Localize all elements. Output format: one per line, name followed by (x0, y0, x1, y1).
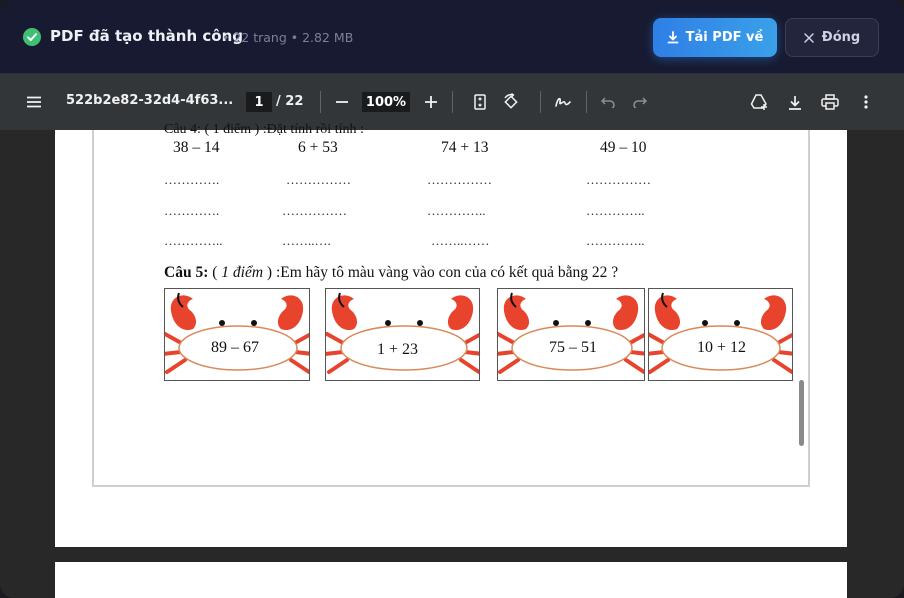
crab-expression: 75 – 51 (549, 339, 597, 356)
download-icon (667, 31, 679, 44)
crab-illustration (165, 292, 309, 374)
file-name: 522b2e82-32d4-4f63... (66, 93, 234, 108)
rotate-icon[interactable] (501, 92, 521, 112)
answer-dots: ………….. (427, 203, 486, 218)
crab-illustration (649, 292, 792, 374)
answer-dots: …………… (586, 172, 651, 187)
question-5-prompt: :Em hãy tô màu vàng vào con của có kết q… (275, 264, 619, 281)
zoom-in-icon[interactable] (421, 92, 441, 112)
answer-dots: ………….. (164, 233, 223, 248)
more-options-icon[interactable] (856, 92, 876, 112)
success-title: PDF đã tạo thành công (50, 27, 243, 45)
answer-dots: ………….. (586, 233, 645, 248)
crab-expression: 89 – 67 (211, 339, 259, 356)
download-pdf-button[interactable]: Tải PDF về (653, 18, 777, 57)
download-file-icon[interactable] (785, 92, 805, 112)
close-label: Đóng (821, 30, 861, 45)
answer-dots: …………. (164, 172, 220, 187)
crab-expression: 1 + 23 (377, 341, 419, 358)
answer-dots: ……..…… (431, 233, 490, 248)
expression: 74 + 13 (441, 139, 489, 156)
crab-expression: 10 + 12 (697, 339, 747, 356)
pdf-toolbar: 522b2e82-32d4-4f63... 1 / 22 100% (0, 74, 904, 130)
vertical-scrollbar[interactable] (799, 380, 804, 446)
toolbar-divider (540, 91, 541, 113)
redo-icon[interactable] (630, 92, 650, 112)
success-header: PDF đã tạo thành công • 22 trang • 2.82 … (0, 0, 904, 74)
crab-card: 89 – 67 (164, 288, 310, 381)
download-pdf-label: Tải PDF về (685, 30, 764, 45)
zoom-out-icon[interactable] (332, 92, 352, 112)
answer-dots: …………… (427, 172, 492, 187)
expression: 38 – 14 (173, 139, 220, 156)
pdf-viewer[interactable]: Câu 4: ( 1 điểm ) :Đặt tính rồi tính : 3… (0, 122, 904, 598)
page-number-input[interactable]: 1 (246, 92, 272, 112)
toolbar-divider (586, 91, 587, 113)
answer-dots: …………. (164, 203, 220, 218)
question-4-heading: Câu 4: ( 1 điểm ) :Đặt tính rồi tính : (164, 122, 364, 137)
crab-card: 1 + 23 (325, 288, 480, 381)
question-5-label: Câu 5: (164, 264, 209, 281)
close-icon (804, 32, 814, 43)
question-5-text: Câu 5: ( 1 điểm ) :Em hãy tô màu vàng và… (164, 264, 619, 281)
toolbar-divider (452, 91, 453, 113)
question-5-points: 1 điểm (221, 264, 264, 281)
print-icon[interactable] (820, 92, 840, 112)
worksheet-content: Câu 4: ( 1 điểm ) :Đặt tính rồi tính : 3… (92, 122, 810, 487)
pdf-page-next (55, 562, 847, 598)
page-total: / 22 (276, 94, 304, 109)
fit-page-icon[interactable] (470, 92, 490, 112)
expression: 49 – 10 (600, 139, 647, 156)
undo-icon[interactable] (598, 92, 618, 112)
menu-icon[interactable] (24, 92, 44, 112)
expression: 6 + 53 (298, 139, 338, 156)
crab-card: 10 + 12 (648, 288, 793, 381)
pages-size-info: • 22 trang • 2.82 MB (222, 30, 354, 45)
answer-dots: ………….. (586, 203, 645, 218)
answer-dots: …………… (286, 172, 351, 187)
crab-illustration (498, 292, 644, 374)
check-circle-icon (23, 28, 41, 46)
pdf-page: Câu 4: ( 1 điểm ) :Đặt tính rồi tính : 3… (55, 122, 847, 547)
pdf-result-window: PDF đã tạo thành công • 22 trang • 2.82 … (0, 0, 904, 598)
close-button[interactable]: Đóng (785, 18, 879, 57)
answer-dots: …………… (282, 203, 347, 218)
toolbar-divider (320, 91, 321, 113)
answer-dots: ……..…. (282, 233, 331, 248)
add-to-drive-icon[interactable] (749, 92, 769, 112)
zoom-level-input[interactable]: 100% (362, 92, 410, 112)
crab-card: 75 – 51 (497, 288, 645, 381)
draw-icon[interactable] (553, 92, 573, 112)
crab-illustration (326, 292, 479, 374)
